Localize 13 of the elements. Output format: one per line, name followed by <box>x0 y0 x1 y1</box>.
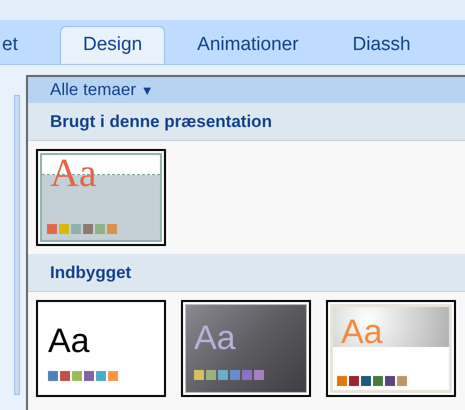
caret-icon: ▼ <box>140 83 154 98</box>
ribbon-tab[interactable]: Animationer <box>175 26 321 64</box>
theme-sample-text: Aa <box>50 153 97 193</box>
theme-sample-text: Aa <box>48 324 90 358</box>
ribbon-tab[interactable]: et <box>0 26 30 64</box>
all-themes-dropdown[interactable]: Alle temaer ▼ <box>28 77 465 103</box>
section-header: Brugt i denne præsentation <box>28 103 465 141</box>
ribbon-tab[interactable]: Diassh <box>330 26 433 64</box>
ribbon-tab[interactable]: Design <box>60 26 166 64</box>
section-header: Indbygget <box>28 254 465 292</box>
theme-thumbnail[interactable]: Aa <box>36 300 166 397</box>
theme-sample-text: Aa <box>194 321 236 355</box>
theme-sample-text: Aa <box>341 315 383 347</box>
